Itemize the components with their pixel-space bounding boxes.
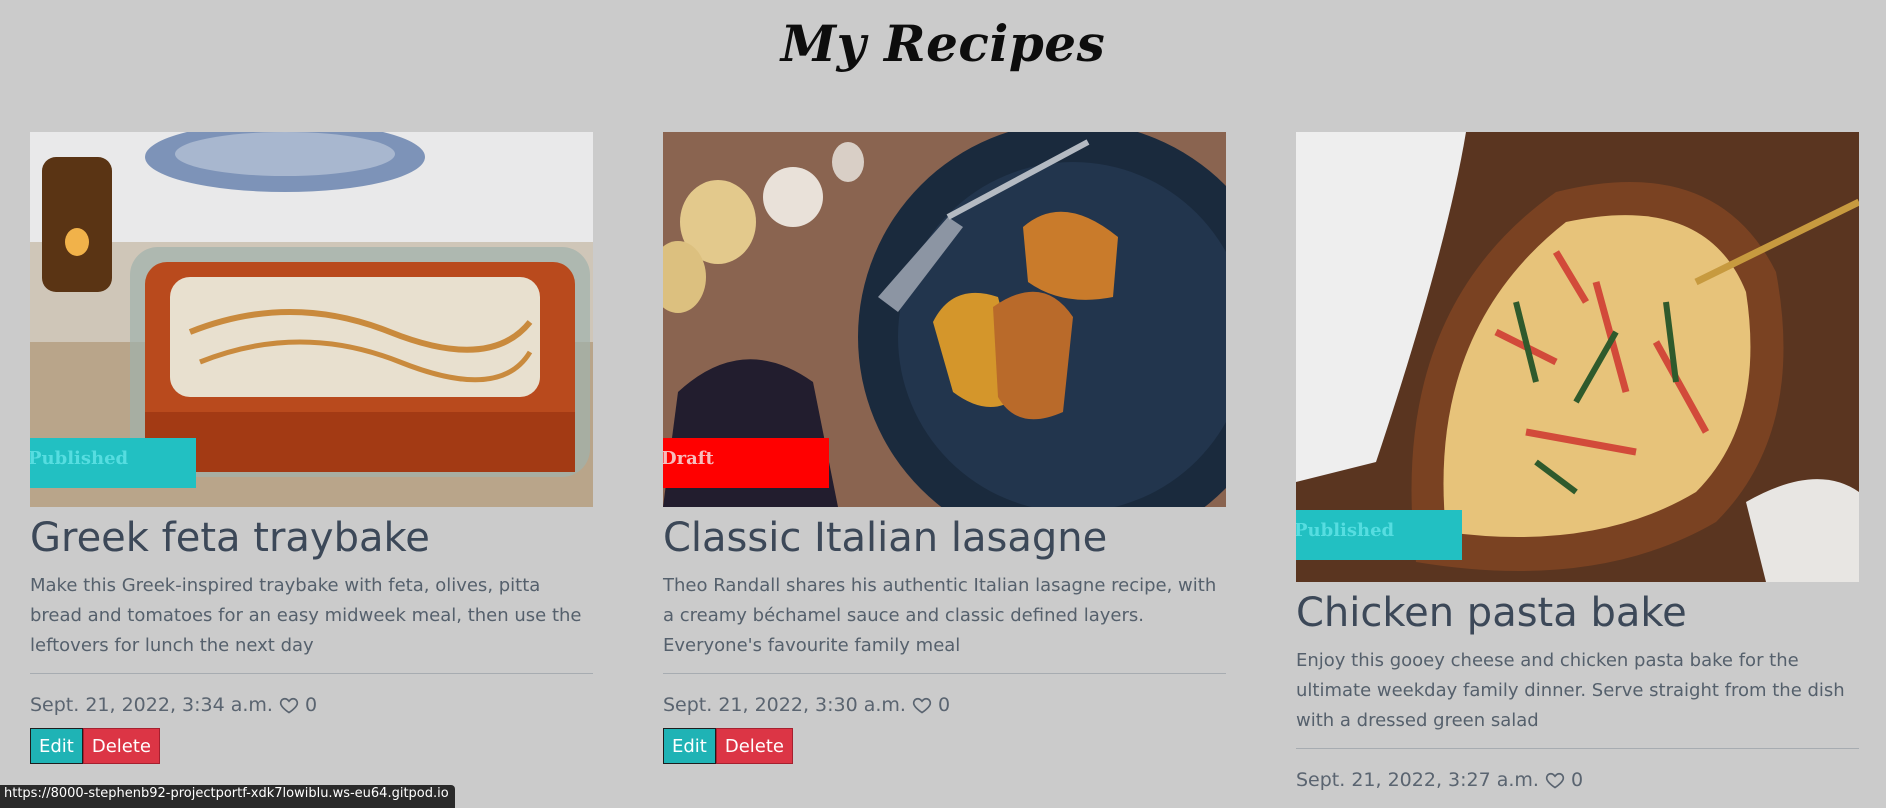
recipe-image[interactable]: Published bbox=[30, 132, 593, 507]
divider bbox=[1296, 748, 1859, 749]
recipe-image[interactable]: Draft bbox=[663, 132, 1226, 507]
edit-button[interactable]: Edit bbox=[663, 728, 716, 764]
recipe-meta: Sept. 21, 2022, 3:27 a.m. 0 bbox=[1296, 769, 1859, 791]
page-title: My Recipes bbox=[780, 14, 1106, 73]
recipe-meta: Sept. 21, 2022, 3:34 a.m. 0 bbox=[30, 694, 593, 716]
recipe-description: Make this Greek-inspired traybake with f… bbox=[30, 575, 582, 656]
link-preview-statusbar: https://8000-stephenb92-projectportf-xdk… bbox=[0, 785, 455, 808]
status-badge: Published bbox=[1296, 510, 1462, 560]
like-count: 0 bbox=[304, 694, 318, 716]
heart-icon[interactable] bbox=[279, 695, 299, 715]
recipe-actions: Edit Delete bbox=[663, 728, 1226, 764]
heart-icon[interactable] bbox=[912, 695, 932, 715]
edit-button[interactable]: Edit bbox=[30, 728, 83, 764]
recipe-image[interactable]: Published bbox=[1296, 132, 1859, 582]
recipe-actions: Edit Delete bbox=[30, 728, 593, 764]
like-count: 0 bbox=[1570, 769, 1584, 791]
recipe-title[interactable]: Classic Italian lasagne bbox=[663, 515, 1226, 561]
delete-button[interactable]: Delete bbox=[82, 728, 161, 764]
divider bbox=[663, 673, 1226, 674]
delete-button[interactable]: Delete bbox=[715, 728, 794, 764]
recipe-date: Sept. 21, 2022, 3:30 a.m. bbox=[663, 694, 906, 716]
divider bbox=[30, 673, 593, 674]
recipe-card: Draft Classic Italian lasagne Theo Randa… bbox=[663, 132, 1226, 764]
recipe-date: Sept. 21, 2022, 3:34 a.m. bbox=[30, 694, 273, 716]
status-badge: Published bbox=[30, 438, 196, 488]
recipe-meta: Sept. 21, 2022, 3:30 a.m. 0 bbox=[663, 694, 1226, 716]
recipe-date: Sept. 21, 2022, 3:27 a.m. bbox=[1296, 769, 1539, 791]
like-count: 0 bbox=[937, 694, 951, 716]
recipe-card: Published Chicken pasta bake Enjoy this … bbox=[1296, 132, 1859, 791]
recipe-title[interactable]: Greek feta traybake bbox=[30, 515, 593, 561]
recipe-card: Published Greek feta traybake Make this … bbox=[30, 132, 593, 764]
recipe-description: Enjoy this gooey cheese and chicken past… bbox=[1296, 650, 1845, 731]
recipe-description: Theo Randall shares his authentic Italia… bbox=[663, 575, 1217, 656]
status-badge: Draft bbox=[663, 438, 829, 488]
heart-icon[interactable] bbox=[1545, 770, 1565, 790]
recipe-title[interactable]: Chicken pasta bake bbox=[1296, 590, 1859, 636]
